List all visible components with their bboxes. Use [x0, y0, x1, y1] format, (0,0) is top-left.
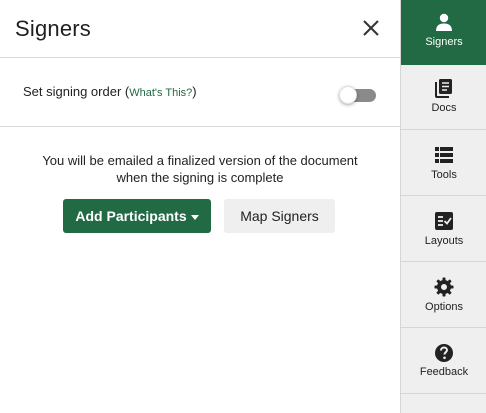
checklist-icon	[435, 212, 453, 230]
signing-order-text-end: )	[192, 84, 197, 99]
panel-header: Signers	[0, 0, 400, 58]
info-line-1: You will be emailed a finalized version …	[42, 153, 358, 168]
sidebar-item-layouts[interactable]: Layouts	[401, 197, 486, 262]
close-icon	[363, 20, 379, 36]
map-signers-label: Map Signers	[240, 208, 319, 224]
whats-this-link[interactable]: What's This?	[129, 87, 192, 99]
caret-down-icon	[190, 214, 199, 220]
signing-order-label: Set signing order (What's This?)	[23, 84, 197, 99]
sidebar-item-tools[interactable]: Tools	[401, 131, 486, 196]
close-button[interactable]	[358, 15, 384, 41]
panel-title: Signers	[15, 16, 91, 41]
add-participants-button[interactable]: Add Participants	[63, 199, 211, 233]
info-message: You will be emailed a finalized version …	[0, 152, 400, 186]
sidebar-item-label: Tools	[431, 169, 457, 181]
sidebar-item-label: Docs	[431, 102, 457, 114]
sidebar-item-options[interactable]: Options	[401, 263, 486, 328]
sidebar-item-docs[interactable]: Docs	[401, 65, 486, 130]
sidebar-item-signers[interactable]: Signers	[401, 0, 486, 65]
gear-icon	[434, 277, 454, 297]
question-circle-icon	[435, 344, 453, 362]
sidebar-item-label: Signers	[425, 36, 463, 48]
signing-order-toggle[interactable]	[339, 86, 376, 104]
sidebar-item-label: Options	[425, 301, 463, 313]
toggle-knob	[339, 86, 357, 104]
documents-icon	[435, 79, 452, 98]
signers-panel: Signers Set signing order (What's This?)…	[0, 0, 400, 413]
sidebar: Signers Docs Tools Layouts Options Feedb…	[400, 0, 486, 413]
map-signers-button[interactable]: Map Signers	[224, 199, 335, 233]
sidebar-item-label: Feedback	[419, 366, 469, 378]
list-icon	[435, 147, 453, 163]
add-participants-label: Add Participants	[75, 208, 187, 224]
person-icon	[436, 13, 452, 31]
sidebar-item-label: Layouts	[424, 235, 464, 247]
signing-order-text: Set signing order (	[23, 84, 130, 99]
sidebar-item-feedback[interactable]: Feedback	[401, 329, 486, 394]
signing-order-row: Set signing order (What's This?)	[0, 59, 400, 127]
info-line-2: when the signing is complete	[116, 170, 284, 185]
